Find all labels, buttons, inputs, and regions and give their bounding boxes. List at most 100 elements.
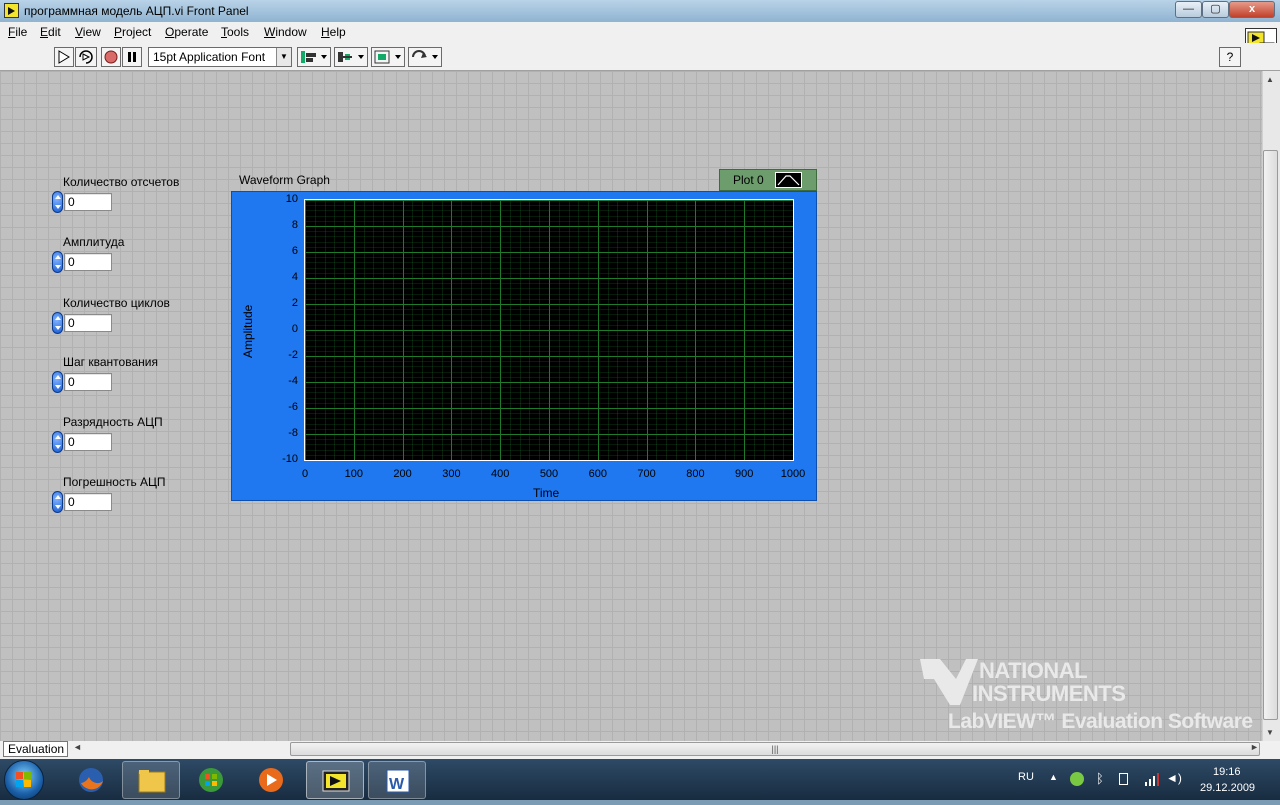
increment-decrement-arrows[interactable] <box>52 312 63 334</box>
taskbar-word[interactable]: W <box>368 761 426 799</box>
y-axis-label: Amplitude <box>241 304 255 358</box>
network-icon[interactable] <box>1144 772 1160 791</box>
scroll-up-icon[interactable]: ▲ <box>1266 75 1274 84</box>
resize-objects-button[interactable] <box>371 47 405 67</box>
control-label: Шаг квантования <box>63 355 158 369</box>
plot-line-icon[interactable] <box>775 172 802 188</box>
language-indicator[interactable]: RU <box>1018 771 1034 783</box>
increment-decrement-arrows[interactable] <box>52 431 63 453</box>
pause-icon <box>128 52 136 62</box>
context-help-button[interactable]: ? <box>1219 47 1241 67</box>
clock-time[interactable]: 19:16 <box>1213 766 1241 778</box>
word-icon: W <box>386 769 410 793</box>
watermark-line2: INSTRUMENTS <box>972 681 1126 706</box>
numeric-control-amplitude[interactable]: 0 <box>64 253 112 271</box>
menu-window[interactable]: Window <box>264 25 307 39</box>
resize-objects-icon <box>374 50 401 64</box>
run-arrow-icon <box>58 50 70 64</box>
menu-file[interactable]: File <box>8 25 27 39</box>
align-objects-icon <box>301 51 327 63</box>
align-objects-button[interactable] <box>297 47 331 67</box>
y-tick-label: 8 <box>291 219 298 231</box>
media-player-icon <box>259 768 283 792</box>
x-tick-label: 400 <box>491 468 510 480</box>
increment-decrement-arrows[interactable] <box>52 491 63 513</box>
distribute-objects-button[interactable] <box>334 47 368 67</box>
run-button[interactable] <box>54 47 74 67</box>
vertical-scroll-thumb[interactable] <box>1263 150 1278 720</box>
increment-decrement-arrows[interactable] <box>52 191 63 213</box>
context-label: Evaluation <box>3 741 68 757</box>
menu-tools[interactable]: Tools <box>221 25 249 39</box>
font-select-value: 15pt Application Font <box>153 50 266 64</box>
pause-button[interactable] <box>122 47 142 67</box>
abort-icon <box>104 50 118 64</box>
x-tick-label: 800 <box>686 468 705 480</box>
show-hidden-icons-icon[interactable]: ▲ <box>1049 772 1058 782</box>
firefox-icon <box>79 768 103 792</box>
y-tick-label: -8 <box>288 427 298 439</box>
menu-operate[interactable]: Operate <box>165 25 208 39</box>
graph-label: Waveform Graph <box>239 173 330 187</box>
taskbar-media-player[interactable] <box>242 761 300 799</box>
numeric-control-cycles[interactable]: 0 <box>64 314 112 332</box>
horizontal-scroll-thumb[interactable]: ||| <box>290 742 1260 756</box>
scroll-left-icon[interactable]: ◄ <box>73 742 82 752</box>
windows-start-button[interactable] <box>4 760 44 800</box>
x-tick-label: 600 <box>588 468 607 480</box>
labview-icon <box>322 770 350 792</box>
run-continuously-icon <box>79 50 93 64</box>
taskbar-media-center[interactable] <box>182 761 240 799</box>
distribute-objects-icon <box>338 52 364 62</box>
y-tick-label: -4 <box>288 375 298 387</box>
y-tick-label: 0 <box>291 323 298 335</box>
plot-area[interactable] <box>304 199 794 461</box>
x-tick-label: 900 <box>735 468 754 480</box>
close-button[interactable]: x <box>1229 1 1275 18</box>
x-tick-label: 300 <box>442 468 461 480</box>
taskbar-explorer[interactable] <box>122 761 180 799</box>
control-label: Количество циклов <box>63 296 170 310</box>
antivirus-icon[interactable] <box>1070 772 1084 786</box>
x-tick-label: 0 <box>301 468 309 480</box>
x-axis-label: Time <box>533 486 560 500</box>
volume-icon[interactable]: ◄) <box>1166 771 1182 785</box>
increment-decrement-arrows[interactable] <box>52 371 63 393</box>
run-continuously-button[interactable] <box>75 47 97 67</box>
y-tick-label: 6 <box>291 245 298 257</box>
labview-vi-icon <box>4 3 19 18</box>
svg-text:W: W <box>389 776 405 793</box>
bluetooth-icon[interactable]: ᛒ <box>1096 771 1104 786</box>
y-tick-label: 2 <box>291 297 298 309</box>
x-tick-label: 100 <box>344 468 363 480</box>
scroll-down-icon[interactable]: ▼ <box>1266 728 1274 737</box>
menu-help[interactable]: Help <box>321 25 346 39</box>
reorder-button[interactable] <box>408 47 442 67</box>
taskbar-firefox[interactable] <box>62 761 120 799</box>
media-center-icon <box>199 768 223 792</box>
menu-project[interactable]: Project <box>114 25 151 39</box>
numeric-control-adc-error[interactable]: 0 <box>64 493 112 511</box>
increment-decrement-arrows[interactable] <box>52 251 63 273</box>
device-icon[interactable] <box>1119 773 1128 785</box>
window-title: программная модель АЦП.vi Front Panel <box>24 4 249 18</box>
menu-edit[interactable]: Edit <box>40 25 61 39</box>
numeric-control-adc-bits[interactable]: 0 <box>64 433 112 451</box>
x-tick-label: 700 <box>637 468 656 480</box>
font-select[interactable]: 15pt Application Font ▼ <box>148 47 292 67</box>
numeric-control-quant-step[interactable]: 0 <box>64 373 112 391</box>
clock-date[interactable]: 29.12.2009 <box>1200 782 1255 794</box>
abort-button[interactable] <box>101 47 121 67</box>
control-label: Погрешность АЦП <box>63 475 166 489</box>
menu-view[interactable]: View <box>75 25 101 39</box>
numeric-control-samples[interactable]: 0 <box>64 193 112 211</box>
y-tick-label: -10 <box>282 453 298 465</box>
control-label: Амплитуда <box>63 235 125 249</box>
minimize-button[interactable]: — <box>1175 1 1202 18</box>
explorer-icon <box>138 770 166 793</box>
ni-eagle-logo <box>920 657 978 712</box>
maximize-button[interactable]: ▢ <box>1202 1 1229 18</box>
scroll-right-icon[interactable]: ► <box>1250 742 1259 752</box>
taskbar-labview[interactable] <box>306 761 364 799</box>
y-tick-label: 10 <box>285 193 298 205</box>
